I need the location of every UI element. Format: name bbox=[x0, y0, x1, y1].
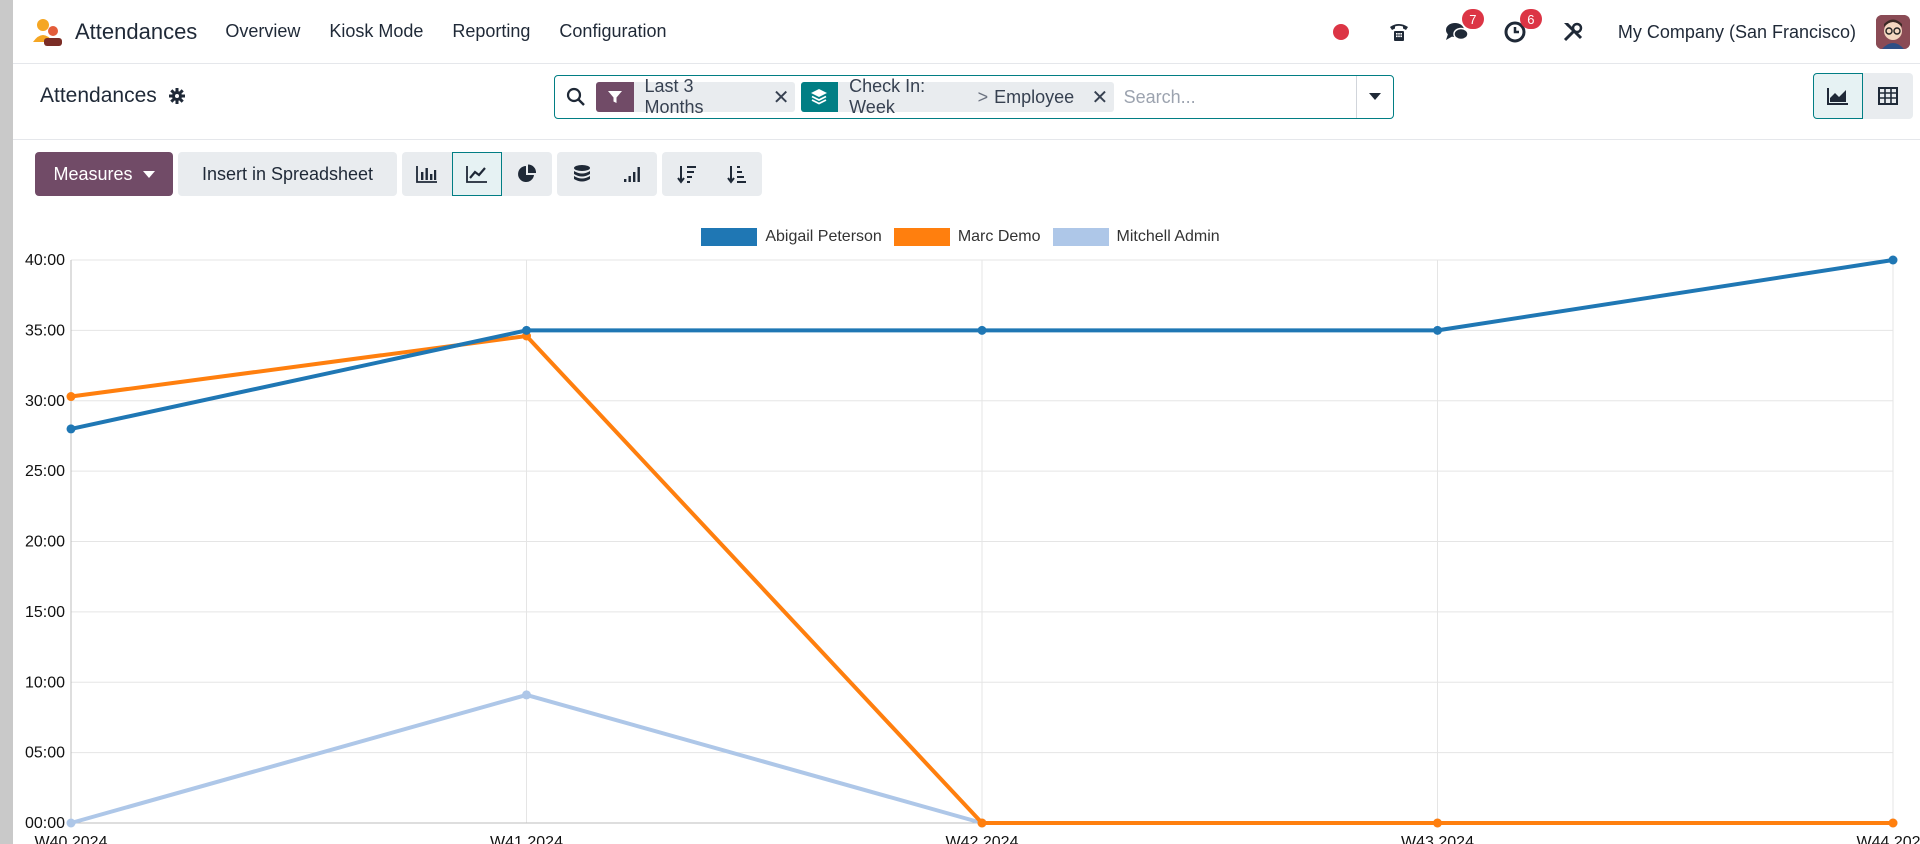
caret-down-icon bbox=[142, 170, 155, 178]
search-icon[interactable] bbox=[555, 76, 596, 118]
main-navbar: Attendances Overview Kiosk Mode Reportin… bbox=[13, 0, 1920, 64]
chat-icon[interactable]: 7 bbox=[1444, 9, 1484, 45]
y-tick-label: 00:00 bbox=[25, 815, 65, 832]
data-point bbox=[66, 818, 76, 828]
y-tick-label: 35:00 bbox=[25, 322, 65, 339]
data-point bbox=[1433, 818, 1442, 828]
menu-configuration[interactable]: Configuration bbox=[559, 21, 666, 42]
groupby-subfield: Employee bbox=[994, 86, 1075, 107]
cumulative-icon[interactable] bbox=[607, 152, 657, 196]
filter-facet-label: Last 3 Months bbox=[644, 76, 704, 117]
measures-button[interactable]: Measures bbox=[35, 152, 173, 196]
insert-spreadsheet-button[interactable]: Insert in Spreadsheet bbox=[178, 152, 397, 196]
main-menu: Overview Kiosk Mode Reporting Configurat… bbox=[225, 21, 695, 42]
x-tick-label: W44 2024 bbox=[1857, 834, 1920, 844]
y-tick-label: 10:00 bbox=[25, 674, 65, 691]
chart-legend: Abigail Peterson Marc Demo Mitchell Admin bbox=[13, 228, 1920, 246]
window-left-edge bbox=[0, 0, 13, 844]
y-tick-label: 20:00 bbox=[25, 534, 65, 551]
legend-item[interactable]: Abigail Peterson bbox=[701, 228, 882, 246]
legend-swatch bbox=[893, 228, 950, 246]
search-input[interactable] bbox=[1119, 77, 1356, 117]
menu-overview[interactable]: Overview bbox=[225, 21, 300, 42]
brand[interactable]: Attendances bbox=[31, 16, 197, 48]
app-name[interactable]: Attendances bbox=[75, 19, 197, 45]
messages-badge: 7 bbox=[1461, 9, 1484, 29]
sort-group bbox=[662, 152, 762, 196]
layers-icon bbox=[800, 82, 839, 112]
data-point bbox=[522, 325, 531, 335]
data-point bbox=[1433, 325, 1442, 335]
legend-label: Abigail Peterson bbox=[765, 228, 882, 245]
legend-swatch bbox=[701, 228, 758, 246]
groupby-facet: Check In: Week > Employee ✕ bbox=[800, 76, 1114, 117]
data-point bbox=[66, 392, 76, 402]
search-bar: Last 3 Months ✕ Check In: Week > Employe… bbox=[554, 75, 1394, 119]
phone-icon[interactable] bbox=[1386, 19, 1412, 45]
menu-reporting[interactable]: Reporting bbox=[452, 21, 530, 42]
pie-chart-icon[interactable] bbox=[502, 152, 552, 196]
x-tick-label: W43 2024 bbox=[1401, 834, 1474, 844]
legend-label: Mitchell Admin bbox=[1116, 228, 1220, 245]
breadcrumb: Attendances bbox=[40, 84, 185, 108]
y-tick-label: 25:00 bbox=[25, 463, 65, 480]
activities-badge: 6 bbox=[1519, 9, 1542, 29]
chart-type-group bbox=[402, 152, 552, 196]
app-window: Attendances Overview Kiosk Mode Reportin… bbox=[13, 0, 1920, 844]
graph-toolbar: Measures Insert in Spreadsheet bbox=[35, 152, 762, 196]
attendances-app-icon[interactable] bbox=[31, 16, 63, 48]
groupby-field: Check In: Week bbox=[849, 76, 926, 117]
menu-kiosk-mode[interactable]: Kiosk Mode bbox=[329, 21, 423, 42]
bar-chart-icon[interactable] bbox=[402, 152, 452, 196]
filter-facet: Last 3 Months ✕ bbox=[596, 76, 795, 117]
legend-item[interactable]: Marc Demo bbox=[893, 228, 1041, 246]
view-switcher bbox=[1813, 73, 1913, 119]
data-point bbox=[1888, 818, 1898, 828]
data-point bbox=[66, 424, 76, 434]
close-icon[interactable]: ✕ bbox=[1086, 82, 1113, 112]
data-point bbox=[977, 818, 987, 828]
groupby-facet-label: Check In: Week > Employee bbox=[838, 76, 1086, 118]
y-tick-label: 30:00 bbox=[25, 393, 65, 410]
chart-area: 00:00 05:00 10:00 15:00 20:00 25:00 30:00 35:00… bbox=[13, 220, 1920, 844]
chart-mode-group bbox=[557, 152, 657, 196]
data-point bbox=[977, 325, 987, 335]
y-tick-label: 40:00 bbox=[25, 252, 65, 269]
tools-icon[interactable] bbox=[1560, 19, 1586, 45]
line-chart: 00:00 05:00 10:00 15:00 20:00 25:00 30:00 35:00… bbox=[25, 252, 1920, 844]
clock-icon[interactable]: 6 bbox=[1502, 9, 1542, 45]
x-tick-label: W42 2024 bbox=[946, 834, 1019, 844]
legend-item[interactable]: Mitchell Admin bbox=[1052, 228, 1220, 246]
sort-ascending-icon[interactable] bbox=[712, 152, 762, 196]
groupby-separator: > bbox=[977, 86, 989, 107]
pivot-view-button[interactable] bbox=[1863, 73, 1913, 119]
close-icon[interactable]: ✕ bbox=[767, 82, 794, 112]
data-point bbox=[522, 690, 531, 700]
company-switcher[interactable]: My Company (San Francisco) bbox=[1618, 22, 1856, 43]
gear-icon[interactable] bbox=[168, 88, 185, 104]
data-point bbox=[1888, 255, 1898, 265]
graph-view-button[interactable] bbox=[1813, 73, 1863, 119]
x-tick-label: W41 2024 bbox=[490, 834, 563, 844]
x-tick-label: W40 2024 bbox=[35, 834, 108, 844]
line-chart-icon[interactable] bbox=[452, 152, 502, 196]
page-title: Attendances bbox=[40, 84, 157, 107]
legend-swatch bbox=[1052, 228, 1109, 246]
y-tick-label: 15:00 bbox=[25, 604, 65, 621]
sort-descending-icon[interactable] bbox=[662, 152, 712, 196]
control-panel: Attendances Last 3 Months ✕ Check In: We… bbox=[13, 64, 1920, 140]
stacked-icon[interactable] bbox=[557, 152, 607, 196]
systray: 7 6 My Company (San Francisco) bbox=[1328, 0, 1920, 64]
legend-label: Marc Demo bbox=[957, 228, 1041, 245]
filter-icon bbox=[596, 82, 634, 112]
avatar[interactable] bbox=[1876, 15, 1910, 49]
record-dot-icon[interactable] bbox=[1328, 19, 1354, 45]
chevron-down-icon[interactable] bbox=[1355, 76, 1393, 118]
y-tick-label: 05:00 bbox=[25, 745, 65, 762]
measures-label: Measures bbox=[53, 163, 133, 184]
